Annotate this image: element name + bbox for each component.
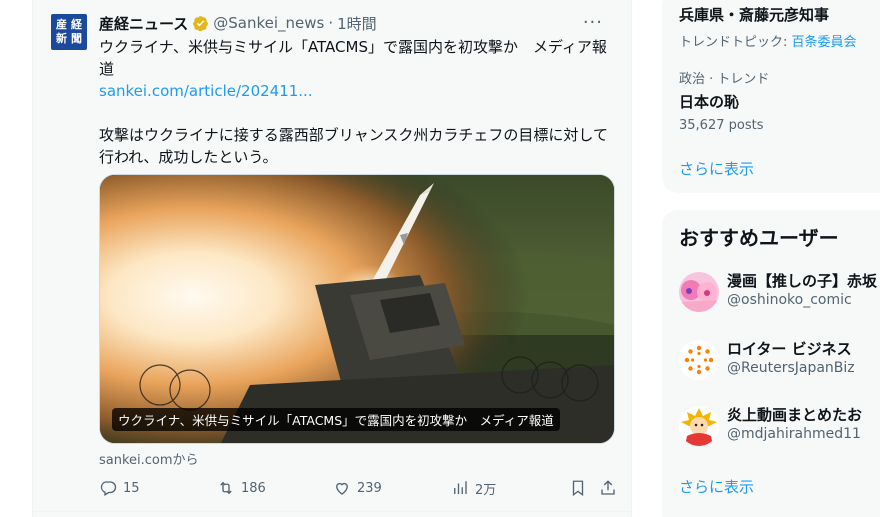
like-count: 239 <box>357 480 382 496</box>
card-image <box>100 175 614 443</box>
trend-subtitle: トレンドトピック: 百条委員会 <box>679 31 857 50</box>
trends-panel: 兵庫県・斎藤元彦知事 トレンドトピック: 百条委員会 政治 · トレンド 日本の… <box>662 0 880 193</box>
reply-count: 15 <box>123 480 140 496</box>
trend-topic-link[interactable]: 百条委員会 <box>792 35 857 50</box>
user-name: 炎上動画まとめたお <box>727 406 863 424</box>
trend-title: 兵庫県・斎藤元彦知事 <box>679 6 830 24</box>
user-name: 漫画【推しの子】赤坂 <box>727 272 878 290</box>
timestamp[interactable]: 1時間 <box>337 13 377 34</box>
trend-post-count: 35,627 posts <box>679 118 764 133</box>
cartoon-avatar-icon[interactable] <box>679 406 719 446</box>
card-caption: ウクライナ、米供与ミサイル「ATACMS」で露国内を初攻撃か メディア報道 <box>112 408 560 431</box>
user-suggestion[interactable]: ロイター ビジネス @ReutersJapanBiz <box>679 338 880 386</box>
separator-dot: · <box>328 14 334 32</box>
who-to-follow-panel: おすすめユーザー 漫画【推しの子】赤坂 @oshinoko_comic ロイター… <box>662 210 880 517</box>
tweet[interactable]: 産 経 新 聞 産経ニュース @Sankei_news · 1時間 ··· ウク… <box>33 0 631 512</box>
avatar[interactable]: 産 経 新 聞 <box>51 14 87 50</box>
avatar-char: 経 <box>71 18 82 31</box>
heart-icon <box>336 482 348 495</box>
verified-badge-icon[interactable] <box>192 15 209 32</box>
author-handle[interactable]: @Sankei_news <box>213 14 324 32</box>
bookmark-button[interactable] <box>569 479 593 497</box>
who-to-follow-title: おすすめユーザー <box>679 226 839 250</box>
tweet-text: ウクライナ、米供与ミサイル「ATACMS」で露国内を初攻撃か メディア報 道 s… <box>99 36 619 168</box>
article-link[interactable]: sankei.com/article/202411... <box>99 80 619 102</box>
tweet-body-line: 攻撃はウクライナに接する露西部ブリャンスク州カラチェフの目標に対して <box>99 126 608 144</box>
share-button[interactable] <box>599 479 623 497</box>
user-suggestion[interactable]: 漫画【推しの子】赤坂 @oshinoko_comic <box>679 270 880 318</box>
trend-category: 政治 · トレンド <box>679 72 770 87</box>
tweet-title-line: ウクライナ、米供与ミサイル「ATACMS」で露国内を初攻撃か メディア報 <box>99 38 607 56</box>
tweet-actions: 15 186 239 2万 <box>99 476 619 500</box>
trend-item[interactable]: 政治 · トレンド 日本の恥 35,627 posts <box>679 68 769 133</box>
avatar-char: 聞 <box>71 32 82 45</box>
user-handle: @ReutersJapanBiz <box>727 360 855 376</box>
more-options-icon[interactable]: ··· <box>583 12 603 33</box>
user-handle: @mdjahirahmed11 <box>727 426 861 442</box>
retweet-button[interactable]: 186 <box>217 479 266 497</box>
trend-title: 日本の恥 <box>679 93 740 111</box>
views-button[interactable]: 2万 <box>451 479 496 498</box>
anime-avatar-icon[interactable] <box>679 272 719 312</box>
tweet-header: 産経ニュース @Sankei_news · 1時間 ··· <box>99 12 619 34</box>
author-name[interactable]: 産経ニュース <box>99 13 188 34</box>
retweet-count: 186 <box>241 480 266 496</box>
reply-button[interactable]: 15 <box>99 479 140 497</box>
user-handle: @oshinoko_comic <box>727 292 852 308</box>
avatar-char: 新 <box>56 32 67 45</box>
avatar-char: 産 <box>56 18 67 31</box>
retweet-icon <box>220 481 232 495</box>
user-suggestion[interactable]: 炎上動画まとめたお @mdjahirahmed11 <box>679 404 880 452</box>
link-card[interactable]: ウクライナ、米供与ミサイル「ATACMS」で露国内を初攻撃か メディア報道 <box>99 174 615 444</box>
share-icon <box>601 480 615 495</box>
reply-icon <box>100 481 117 496</box>
show-more-link[interactable]: さらに表示 <box>679 158 754 179</box>
views-icon <box>454 481 467 494</box>
trend-item[interactable]: 兵庫県・斎藤元彦知事 トレンドトピック: 百条委員会 <box>679 4 857 50</box>
trend-sub-prefix: トレンドトピック: <box>679 35 792 50</box>
reuters-logo-icon[interactable] <box>679 340 719 380</box>
timeline: 産 経 新 聞 産経ニュース @Sankei_news · 1時間 ··· ウク… <box>32 0 632 517</box>
user-name: ロイター ビジネス <box>727 340 852 358</box>
show-more-link[interactable]: さらに表示 <box>679 476 754 497</box>
tweet-title-line: 道 <box>99 60 115 78</box>
bookmark-icon <box>572 480 584 497</box>
views-count: 2万 <box>475 482 497 498</box>
card-source[interactable]: sankei.comから <box>99 449 199 468</box>
tweet-body-line: 行われ、成功したという。 <box>99 148 278 166</box>
like-button[interactable]: 239 <box>333 479 382 497</box>
